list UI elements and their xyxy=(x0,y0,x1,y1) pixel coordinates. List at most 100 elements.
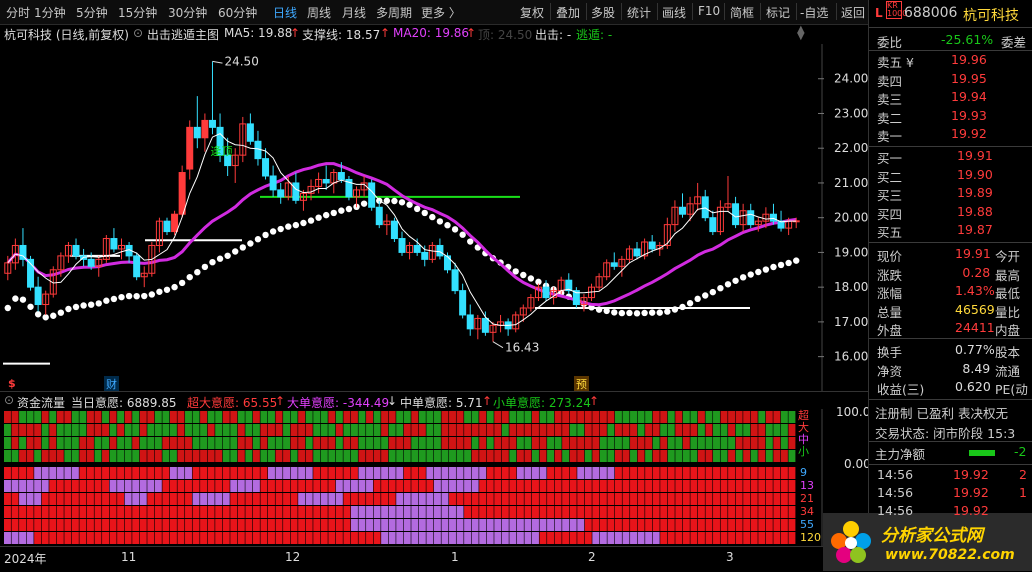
flow-cell xyxy=(743,437,751,449)
period-cell xyxy=(471,519,479,531)
overlay-button[interactable]: 叠加 xyxy=(556,4,580,21)
period-cell xyxy=(479,532,487,544)
period-cell xyxy=(788,506,796,518)
event-marker-forecast[interactable]: 预 xyxy=(574,376,589,392)
stat-value: 24411 xyxy=(955,320,995,335)
period-cell xyxy=(690,506,698,518)
stat-label-2: 最低 xyxy=(995,286,1021,301)
support-dot xyxy=(239,244,246,251)
period-cell xyxy=(237,506,245,518)
flow-cell xyxy=(592,450,600,462)
large-down-arrow-icon: ↓ xyxy=(387,394,398,408)
period-cell xyxy=(758,467,766,479)
period-cell xyxy=(94,467,102,479)
flow-cell xyxy=(577,411,585,423)
period-30min[interactable]: 30分钟 xyxy=(168,4,207,21)
price-axis-label: 20.00 xyxy=(834,211,868,225)
event-marker-dollar[interactable]: $ xyxy=(8,377,16,390)
scroll-arrows-icon[interactable]: ▲ ▼ xyxy=(797,25,807,42)
period-cell xyxy=(494,493,502,505)
flow-cell xyxy=(102,450,109,462)
period-cell xyxy=(501,493,509,505)
period-cell xyxy=(335,467,343,479)
candle-body xyxy=(368,182,376,208)
period-cell xyxy=(743,519,751,531)
flow-cell xyxy=(102,424,109,436)
period-cell xyxy=(4,519,11,531)
flow-cell xyxy=(11,411,19,423)
flow-cell xyxy=(418,437,426,449)
flow-cell xyxy=(622,424,630,436)
f10-button[interactable]: F10 xyxy=(698,4,720,18)
adjust-button[interactable]: 复权 xyxy=(520,4,544,21)
flow-cell xyxy=(788,437,796,449)
flow-cell xyxy=(117,411,125,423)
period-cell xyxy=(411,519,419,531)
flow-cell xyxy=(26,424,34,436)
period-monthly[interactable]: 月线 xyxy=(342,4,366,21)
period-cell xyxy=(177,493,185,505)
period-cell xyxy=(102,467,109,479)
statistics-button[interactable]: 统计 xyxy=(627,4,651,21)
period-cell xyxy=(268,467,275,479)
multi-stock-button[interactable]: 多股 xyxy=(591,4,615,21)
candlestick-chart[interactable]: 24.00 23.00 22.00 21.00 20.00 19.00 18.00 17.00… xyxy=(0,44,868,391)
period-cell xyxy=(215,519,223,531)
flow-cell xyxy=(268,450,275,462)
period-multi[interactable]: 多周期 xyxy=(376,4,412,21)
flow-cell xyxy=(667,450,675,462)
indicator-menu-icon[interactable]: ⊙ xyxy=(4,393,14,407)
period-15min[interactable]: 15分钟 xyxy=(118,4,157,21)
period-cell xyxy=(117,519,125,531)
period-cell xyxy=(780,519,788,531)
period-cell xyxy=(147,493,155,505)
candle-body xyxy=(633,248,641,257)
period-cell xyxy=(667,467,675,479)
period-cell xyxy=(320,506,328,518)
period-weekly[interactable]: 周线 xyxy=(307,4,331,21)
stat-label-2: 量比 xyxy=(995,304,1021,320)
period-1min[interactable]: 1分钟 xyxy=(34,4,66,21)
indicator-name[interactable]: 出击逃遁主图 xyxy=(147,26,219,43)
period-cell xyxy=(562,467,570,479)
flow-cell xyxy=(697,437,705,449)
event-marker-financial[interactable]: 财 xyxy=(104,376,119,392)
flow-cell xyxy=(592,411,600,423)
period-fenshi[interactable]: 分时 xyxy=(6,4,30,21)
candle-body xyxy=(443,255,451,271)
stat-value: 1.43% xyxy=(955,283,995,298)
fund-flow-heatmap[interactable] xyxy=(0,409,868,546)
period-cell xyxy=(562,532,570,544)
period-cell xyxy=(71,480,79,492)
flow-cell xyxy=(418,424,426,436)
support-dot xyxy=(262,231,269,239)
weibi-value: -25.61% xyxy=(941,32,994,47)
flow-cell xyxy=(34,424,42,436)
support-dot xyxy=(694,295,701,303)
chevron-down-icon[interactable]: ⊙ xyxy=(133,26,143,40)
period-daily[interactable]: 日线 xyxy=(273,4,297,21)
divider xyxy=(869,27,1032,28)
period-5min[interactable]: 5分钟 xyxy=(76,4,108,21)
period-cell xyxy=(79,532,87,544)
support-dot xyxy=(641,309,648,317)
flow-cell xyxy=(343,450,351,462)
period-cell xyxy=(245,519,253,531)
flow-cell xyxy=(139,424,147,436)
flow-cell xyxy=(192,411,200,423)
small-up-arrow-icon: ↑ xyxy=(589,394,600,408)
flow-cell xyxy=(403,450,411,462)
simple-frame-button[interactable]: 简框 xyxy=(730,4,754,21)
flow-cell xyxy=(509,411,517,423)
flow-cell xyxy=(252,411,260,423)
flow-cell xyxy=(215,424,223,436)
period-60min[interactable]: 60分钟 xyxy=(218,4,257,21)
draw-line-button[interactable]: 画线 xyxy=(662,4,686,21)
period-more[interactable]: 更多 〉 xyxy=(421,4,461,21)
self-select-button[interactable]: -自选 xyxy=(800,4,828,21)
period-cell xyxy=(388,506,396,518)
back-button[interactable]: 返回 xyxy=(841,4,865,21)
flow-cell xyxy=(200,424,208,436)
flow-cell xyxy=(373,450,381,462)
mark-button[interactable]: 标记 xyxy=(766,4,790,21)
